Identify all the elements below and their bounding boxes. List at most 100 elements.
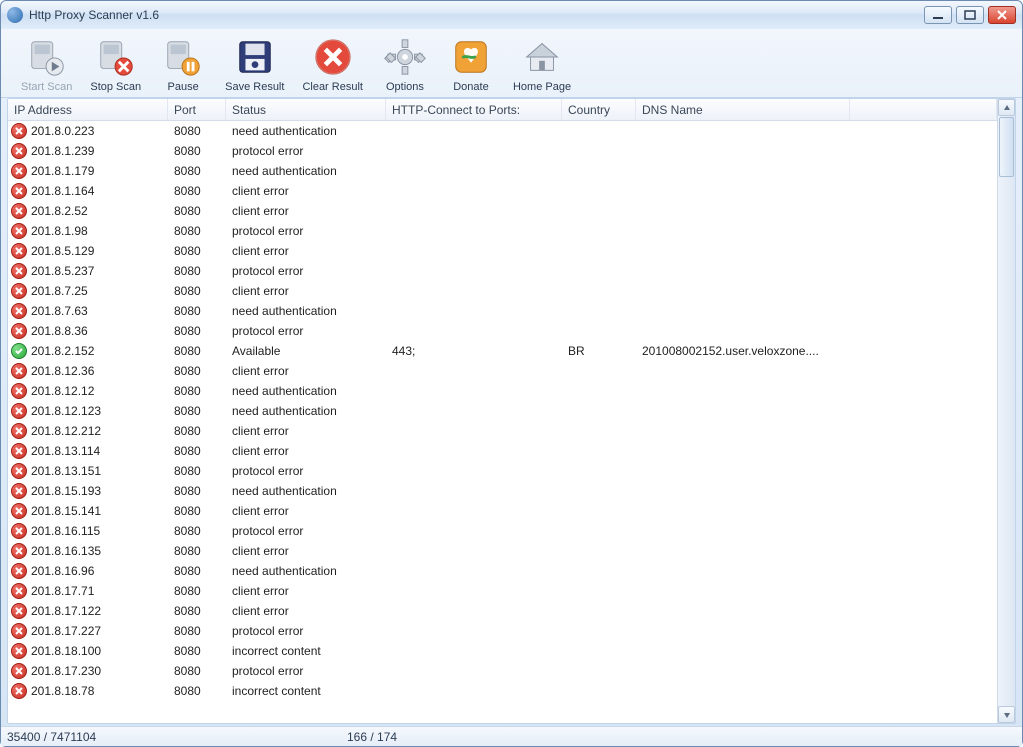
home-page-button[interactable]: Home Page [507,33,577,95]
table-row[interactable]: 201.8.18.1008080incorrect content [8,641,997,661]
col-header-ip[interactable]: IP Address [8,99,168,120]
cell-ip: 201.8.12.36 [31,364,94,378]
statusbar: 35400 / 7471104 166 / 174 [1,726,1022,746]
cell-ip: 201.8.1.164 [31,184,94,198]
cell-country [562,321,636,340]
cell-http-ports [386,401,562,420]
cell-extra [850,681,997,700]
cell-ip: 201.8.2.152 [31,344,94,358]
cell-dns [636,581,850,600]
table-row[interactable]: 201.8.0.2238080need authentication [8,121,997,141]
cell-country [562,441,636,460]
table-row[interactable]: 201.8.7.638080need authentication [8,301,997,321]
donate-button[interactable]: Donate [441,33,501,95]
table-row[interactable]: 201.8.7.258080client error [8,281,997,301]
cell-port: 8080 [168,601,226,620]
close-button[interactable] [988,6,1016,24]
table-row[interactable]: 201.8.1.1648080client error [8,181,997,201]
cell-http-ports [386,241,562,260]
col-header-status[interactable]: Status [226,99,386,120]
table-row[interactable]: 201.8.12.368080client error [8,361,997,381]
col-header-dns[interactable]: DNS Name [636,99,850,120]
table-row[interactable]: 201.8.15.1938080need authentication [8,481,997,501]
status-counts: 166 / 174 [347,730,397,744]
cell-port: 8080 [168,121,226,140]
cell-dns [636,461,850,480]
status-error-icon [11,363,27,379]
cell-status: need authentication [226,401,386,420]
table-row[interactable]: 201.8.12.128080need authentication [8,381,997,401]
cell-dns [636,381,850,400]
cell-port: 8080 [168,401,226,420]
status-error-icon [11,603,27,619]
window-controls [924,6,1016,24]
table-row[interactable]: 201.8.1.988080protocol error [8,221,997,241]
home-icon [520,35,564,79]
cell-country [562,421,636,440]
cell-status: protocol error [226,321,386,340]
cell-country [562,501,636,520]
cell-http-ports [386,541,562,560]
vertical-scrollbar[interactable] [997,99,1015,723]
scroll-thumb[interactable] [999,117,1014,177]
table-row[interactable]: 201.8.16.1158080protocol error [8,521,997,541]
maximize-button[interactable] [956,6,984,24]
save-result-button[interactable]: Save Result [219,33,290,95]
col-header-extra[interactable] [850,99,997,120]
col-header-port[interactable]: Port [168,99,226,120]
cell-dns [636,241,850,260]
minimize-button[interactable] [924,6,952,24]
cell-status: client error [226,501,386,520]
table-row[interactable]: 201.8.17.2308080protocol error [8,661,997,681]
cell-http-ports [386,481,562,500]
table-row[interactable]: 201.8.12.1238080need authentication [8,401,997,421]
table-row[interactable]: 201.8.17.718080client error [8,581,997,601]
stop-scan-button[interactable]: Stop Scan [84,33,147,95]
table-row[interactable]: 201.8.18.788080incorrect content [8,681,997,701]
col-header-http[interactable]: HTTP-Connect to Ports: [386,99,562,120]
table-row[interactable]: 201.8.1.1798080need authentication [8,161,997,181]
table-row[interactable]: 201.8.1.2398080protocol error [8,141,997,161]
cell-status: client error [226,541,386,560]
table-row[interactable]: 201.8.13.1148080client error [8,441,997,461]
table-row[interactable]: 201.8.16.1358080client error [8,541,997,561]
table-row[interactable]: 201.8.2.1528080Available443;BR2010080021… [8,341,997,361]
stop-scan-icon [94,35,138,79]
status-error-icon [11,303,27,319]
cell-status: Available [226,341,386,360]
cell-country [562,461,636,480]
table-row[interactable]: 201.8.15.1418080client error [8,501,997,521]
cell-ip: 201.8.13.114 [31,444,100,458]
col-header-country[interactable]: Country [562,99,636,120]
cell-port: 8080 [168,621,226,640]
cell-ip: 201.8.18.100 [31,644,101,658]
table-row[interactable]: 201.8.16.968080need authentication [8,561,997,581]
table-row[interactable]: 201.8.17.1228080client error [8,601,997,621]
cell-country: BR [562,341,636,360]
home-page-label: Home Page [513,81,571,93]
clear-result-button[interactable]: Clear Result [296,33,369,95]
cell-extra [850,401,997,420]
cell-http-ports [386,141,562,160]
cell-status: protocol error [226,141,386,160]
table-row[interactable]: 201.8.2.528080client error [8,201,997,221]
status-error-icon [11,663,27,679]
table-row[interactable]: 201.8.12.2128080client error [8,421,997,441]
table-row[interactable]: 201.8.5.1298080client error [8,241,997,261]
table-row[interactable]: 201.8.8.368080protocol error [8,321,997,341]
cell-port: 8080 [168,521,226,540]
clear-result-label: Clear Result [302,81,363,93]
table-row[interactable]: 201.8.5.2378080protocol error [8,261,997,281]
scroll-down-arrow[interactable] [998,706,1015,723]
table-row[interactable]: 201.8.17.2278080protocol error [8,621,997,641]
cell-port: 8080 [168,481,226,500]
cell-extra [850,421,997,440]
scroll-up-arrow[interactable] [998,99,1015,116]
cell-ip: 201.8.16.96 [31,564,94,578]
cell-country [562,381,636,400]
start-scan-button[interactable]: Start Scan [15,33,78,95]
pause-button[interactable]: Pause [153,33,213,95]
table-row[interactable]: 201.8.13.1518080protocol error [8,461,997,481]
options-button[interactable]: Options [375,33,435,95]
cell-dns [636,181,850,200]
